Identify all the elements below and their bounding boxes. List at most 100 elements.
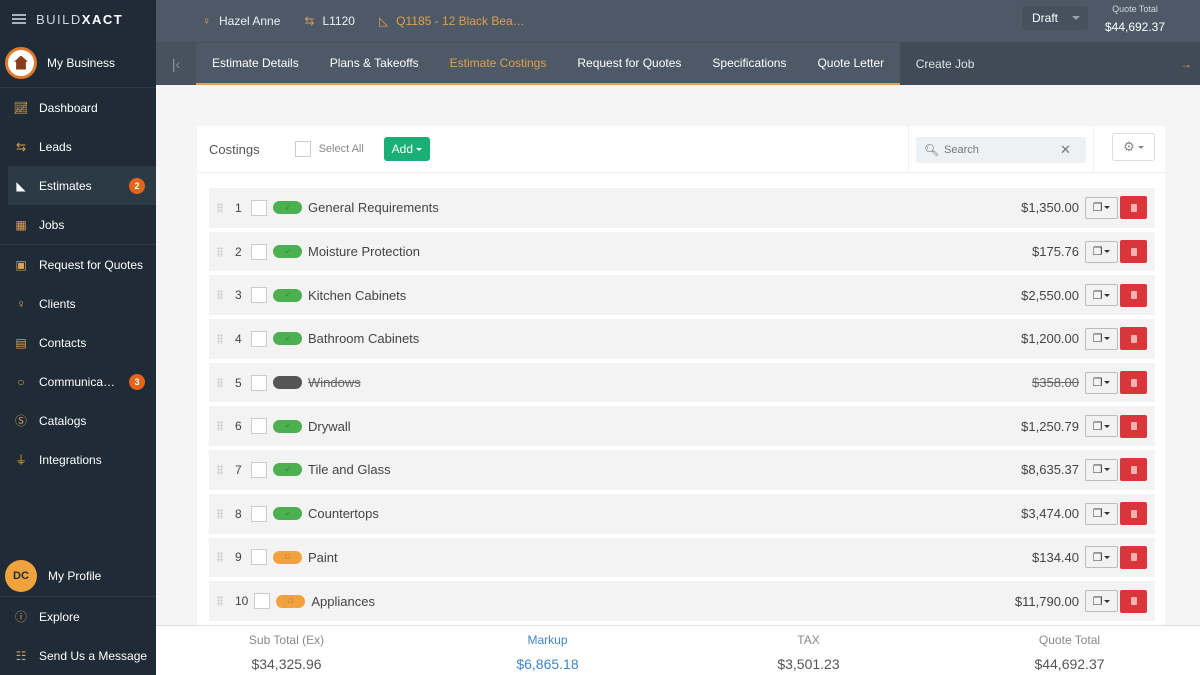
clear-icon[interactable]: ✕ xyxy=(1060,142,1071,158)
tab-estimate-costings[interactable]: Estimate Costings xyxy=(434,43,562,85)
costing-name[interactable]: Appliances xyxy=(311,594,375,609)
brand-logo[interactable]: BUILDXACT xyxy=(36,12,123,27)
tab-specifications[interactable]: Specifications xyxy=(696,43,802,85)
markup-value[interactable]: $6,865.18 xyxy=(417,656,678,672)
status-toggle[interactable]: ✓ xyxy=(273,245,302,259)
copy-button[interactable]: ❐ xyxy=(1085,502,1118,525)
costing-row[interactable]: 2 ✓ Moisture Protection $175.76 ❐ xyxy=(209,231,1155,272)
costing-row[interactable]: 10 □ Appliances $11,790.00 ❐ xyxy=(209,581,1155,621)
lead-link[interactable]: ⇆ L1120 xyxy=(304,14,355,28)
status-toggle[interactable]: ✓ xyxy=(273,332,302,346)
client-link[interactable]: ♀ Hazel Anne xyxy=(202,14,280,28)
sidebar-item-dashboard[interactable]: 📈︎ Dashboard xyxy=(0,88,156,127)
tab-quote-letter[interactable]: Quote Letter xyxy=(801,43,900,85)
drag-handle-icon[interactable] xyxy=(217,333,223,344)
copy-button[interactable]: ❐ xyxy=(1085,240,1118,263)
markup[interactable]: Markup $6,865.18 xyxy=(417,626,678,675)
my-business[interactable]: My Business xyxy=(0,38,156,88)
copy-button[interactable]: ❐ xyxy=(1085,458,1118,481)
arrow-right-icon[interactable]: → xyxy=(1180,57,1192,71)
row-checkbox[interactable] xyxy=(251,461,267,478)
delete-button[interactable] xyxy=(1120,327,1147,351)
tab-plans-takeoffs[interactable]: Plans & Takeoffs xyxy=(314,43,435,85)
copy-button[interactable]: ❐ xyxy=(1085,196,1118,219)
sidebar-item-estimates[interactable]: ◣ Estimates 2 xyxy=(8,166,156,205)
sidebar-item-communications[interactable]: ○ Communica… 3 xyxy=(0,362,156,401)
delete-button[interactable] xyxy=(1120,502,1147,526)
copy-button[interactable]: ❐ xyxy=(1085,284,1118,307)
delete-button[interactable] xyxy=(1120,458,1147,482)
settings-button[interactable]: ⚙ xyxy=(1112,133,1155,161)
drag-handle-icon[interactable] xyxy=(217,508,223,519)
row-checkbox[interactable] xyxy=(254,593,271,610)
copy-button[interactable]: ❐ xyxy=(1085,415,1118,438)
delete-button[interactable] xyxy=(1120,545,1147,569)
drag-handle-icon[interactable] xyxy=(217,552,223,563)
status-toggle[interactable]: □ xyxy=(273,550,302,564)
sidebar-item-catalogs[interactable]: Ⓢ Catalogs xyxy=(0,401,156,440)
status-toggle[interactable] xyxy=(273,376,302,390)
row-checkbox[interactable] xyxy=(251,243,267,260)
tab-request-for-quotes[interactable]: Request for Quotes xyxy=(561,43,697,85)
drag-handle-icon[interactable] xyxy=(217,421,223,432)
search-input[interactable] xyxy=(944,143,1060,156)
costing-name[interactable]: Kitchen Cabinets xyxy=(308,288,406,303)
delete-button[interactable] xyxy=(1120,240,1147,264)
costing-name[interactable]: Bathroom Cabinets xyxy=(308,331,419,346)
sidebar-item-integrations[interactable]: ⏚ Integrations xyxy=(0,440,156,479)
row-checkbox[interactable] xyxy=(251,330,267,347)
row-checkbox[interactable] xyxy=(251,374,267,391)
drag-handle-icon[interactable] xyxy=(217,377,223,388)
hamburger-menu-icon[interactable] xyxy=(12,14,26,24)
delete-button[interactable] xyxy=(1120,414,1147,438)
costing-name[interactable]: Drywall xyxy=(308,419,351,434)
costing-row[interactable]: 9 □ Paint $134.40 ❐ xyxy=(209,537,1155,578)
copy-button[interactable]: ❐ xyxy=(1085,546,1118,569)
status-toggle[interactable]: ✓ xyxy=(273,463,302,477)
drag-handle-icon[interactable] xyxy=(217,596,223,607)
costing-name[interactable]: Moisture Protection xyxy=(308,244,420,259)
costing-row[interactable]: 3 ✓ Kitchen Cabinets $2,550.00 ❐ xyxy=(209,275,1155,316)
drag-handle-icon[interactable] xyxy=(217,202,223,213)
add-button[interactable]: Add xyxy=(383,137,430,161)
sidebar-item-jobs[interactable]: ▦ Jobs xyxy=(0,205,156,244)
costing-name[interactable]: General Requirements xyxy=(308,200,439,215)
costing-name[interactable]: Paint xyxy=(308,550,338,565)
row-checkbox[interactable] xyxy=(251,199,267,216)
status-toggle[interactable]: ✓ xyxy=(273,288,302,302)
status-toggle[interactable]: ✓ xyxy=(273,507,302,521)
costing-row[interactable]: 7 ✓ Tile and Glass $8,635.37 ❐ xyxy=(209,450,1155,490)
drag-handle-icon[interactable] xyxy=(217,290,223,301)
markup-label[interactable]: Markup xyxy=(417,633,678,647)
costing-row[interactable]: 8 ✓ Countertops $3,474.00 ❐ xyxy=(209,493,1155,534)
drag-handle-icon[interactable] xyxy=(217,246,223,257)
select-all-checkbox[interactable] xyxy=(294,141,311,157)
copy-button[interactable]: ❐ xyxy=(1085,327,1118,350)
delete-button[interactable] xyxy=(1120,589,1147,613)
drag-handle-icon[interactable] xyxy=(217,464,223,475)
select-all-label[interactable]: Select All xyxy=(319,143,364,155)
row-checkbox[interactable] xyxy=(251,418,267,435)
quote-link[interactable]: ◺ Q1185 - 12 Black Bea… xyxy=(379,14,525,28)
delete-button[interactable] xyxy=(1120,283,1147,307)
status-toggle[interactable]: □ xyxy=(276,594,306,608)
sidebar-item-explore[interactable]: ⓘ Explore xyxy=(0,597,156,636)
sidebar-item-clients[interactable]: ♀ Clients xyxy=(0,284,156,323)
sidebar-item-contacts[interactable]: ▤ Contacts xyxy=(0,323,156,362)
costing-name[interactable]: Tile and Glass xyxy=(308,462,391,477)
delete-button[interactable] xyxy=(1120,371,1147,395)
row-checkbox[interactable] xyxy=(251,549,267,566)
costing-name[interactable]: Countertops xyxy=(308,506,379,521)
collapse-left-icon[interactable]: |‹ xyxy=(156,43,196,85)
status-dropdown[interactable]: Draft xyxy=(1022,6,1088,30)
delete-button[interactable] xyxy=(1120,196,1147,220)
my-profile[interactable]: DC My Profile xyxy=(0,555,156,597)
tab-estimate-details[interactable]: Estimate Details xyxy=(196,43,315,85)
sidebar-item-leads[interactable]: ⇆ Leads xyxy=(0,127,156,166)
sidebar-item-request-for-quotes[interactable]: ▣ Request for Quotes xyxy=(0,245,156,284)
copy-button[interactable]: ❐ xyxy=(1085,371,1118,394)
costing-row[interactable]: 5 Windows $358.00 ❐ xyxy=(209,362,1155,403)
status-toggle[interactable]: ✓ xyxy=(273,201,302,215)
costing-row[interactable]: 1 ✓ General Requirements $1,350.00 ❐ xyxy=(209,188,1155,228)
row-checkbox[interactable] xyxy=(251,287,267,304)
